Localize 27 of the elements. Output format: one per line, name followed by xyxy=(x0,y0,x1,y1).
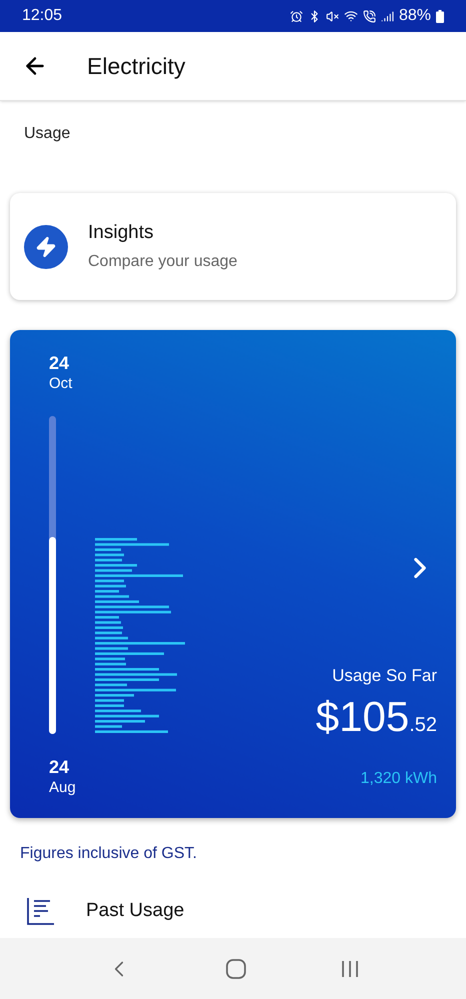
alarm-icon xyxy=(290,10,303,22)
insights-card[interactable]: Insights Compare your usage xyxy=(10,193,456,300)
signal-icon xyxy=(380,10,394,22)
usage-card[interactable]: 24 Oct 24 Aug Usage So Far $105.52 1,320 kWh xyxy=(10,330,456,818)
past-usage-row[interactable]: Past Usage xyxy=(0,884,466,938)
nav-home-button[interactable] xyxy=(224,958,247,980)
end-month: Oct xyxy=(49,374,74,394)
insights-title: Insights xyxy=(88,221,154,246)
insights-subtitle: Compare your usage xyxy=(88,252,238,272)
call-icon xyxy=(362,10,376,22)
lightning-icon xyxy=(24,224,68,268)
battery-percent: 88% xyxy=(398,6,431,26)
start-month: Aug xyxy=(49,778,77,798)
start-day: 24 xyxy=(49,756,110,778)
status-time: 12:05 xyxy=(22,6,62,26)
usage-energy: 1,320 kWh xyxy=(360,768,437,788)
end-day: 24 xyxy=(49,352,110,374)
usage-amount: $105.52 xyxy=(316,692,437,740)
wifi-icon xyxy=(344,9,358,23)
list-lines-icon xyxy=(26,896,56,926)
nav-recents-button[interactable] xyxy=(340,958,360,978)
page-title: Electricity xyxy=(87,52,186,81)
battery-icon xyxy=(436,10,444,22)
mute-icon xyxy=(326,10,339,22)
usage-label: Usage So Far xyxy=(332,665,437,687)
section-label: Usage xyxy=(24,125,70,142)
gst-note: Figures inclusive of GST. xyxy=(20,845,197,862)
